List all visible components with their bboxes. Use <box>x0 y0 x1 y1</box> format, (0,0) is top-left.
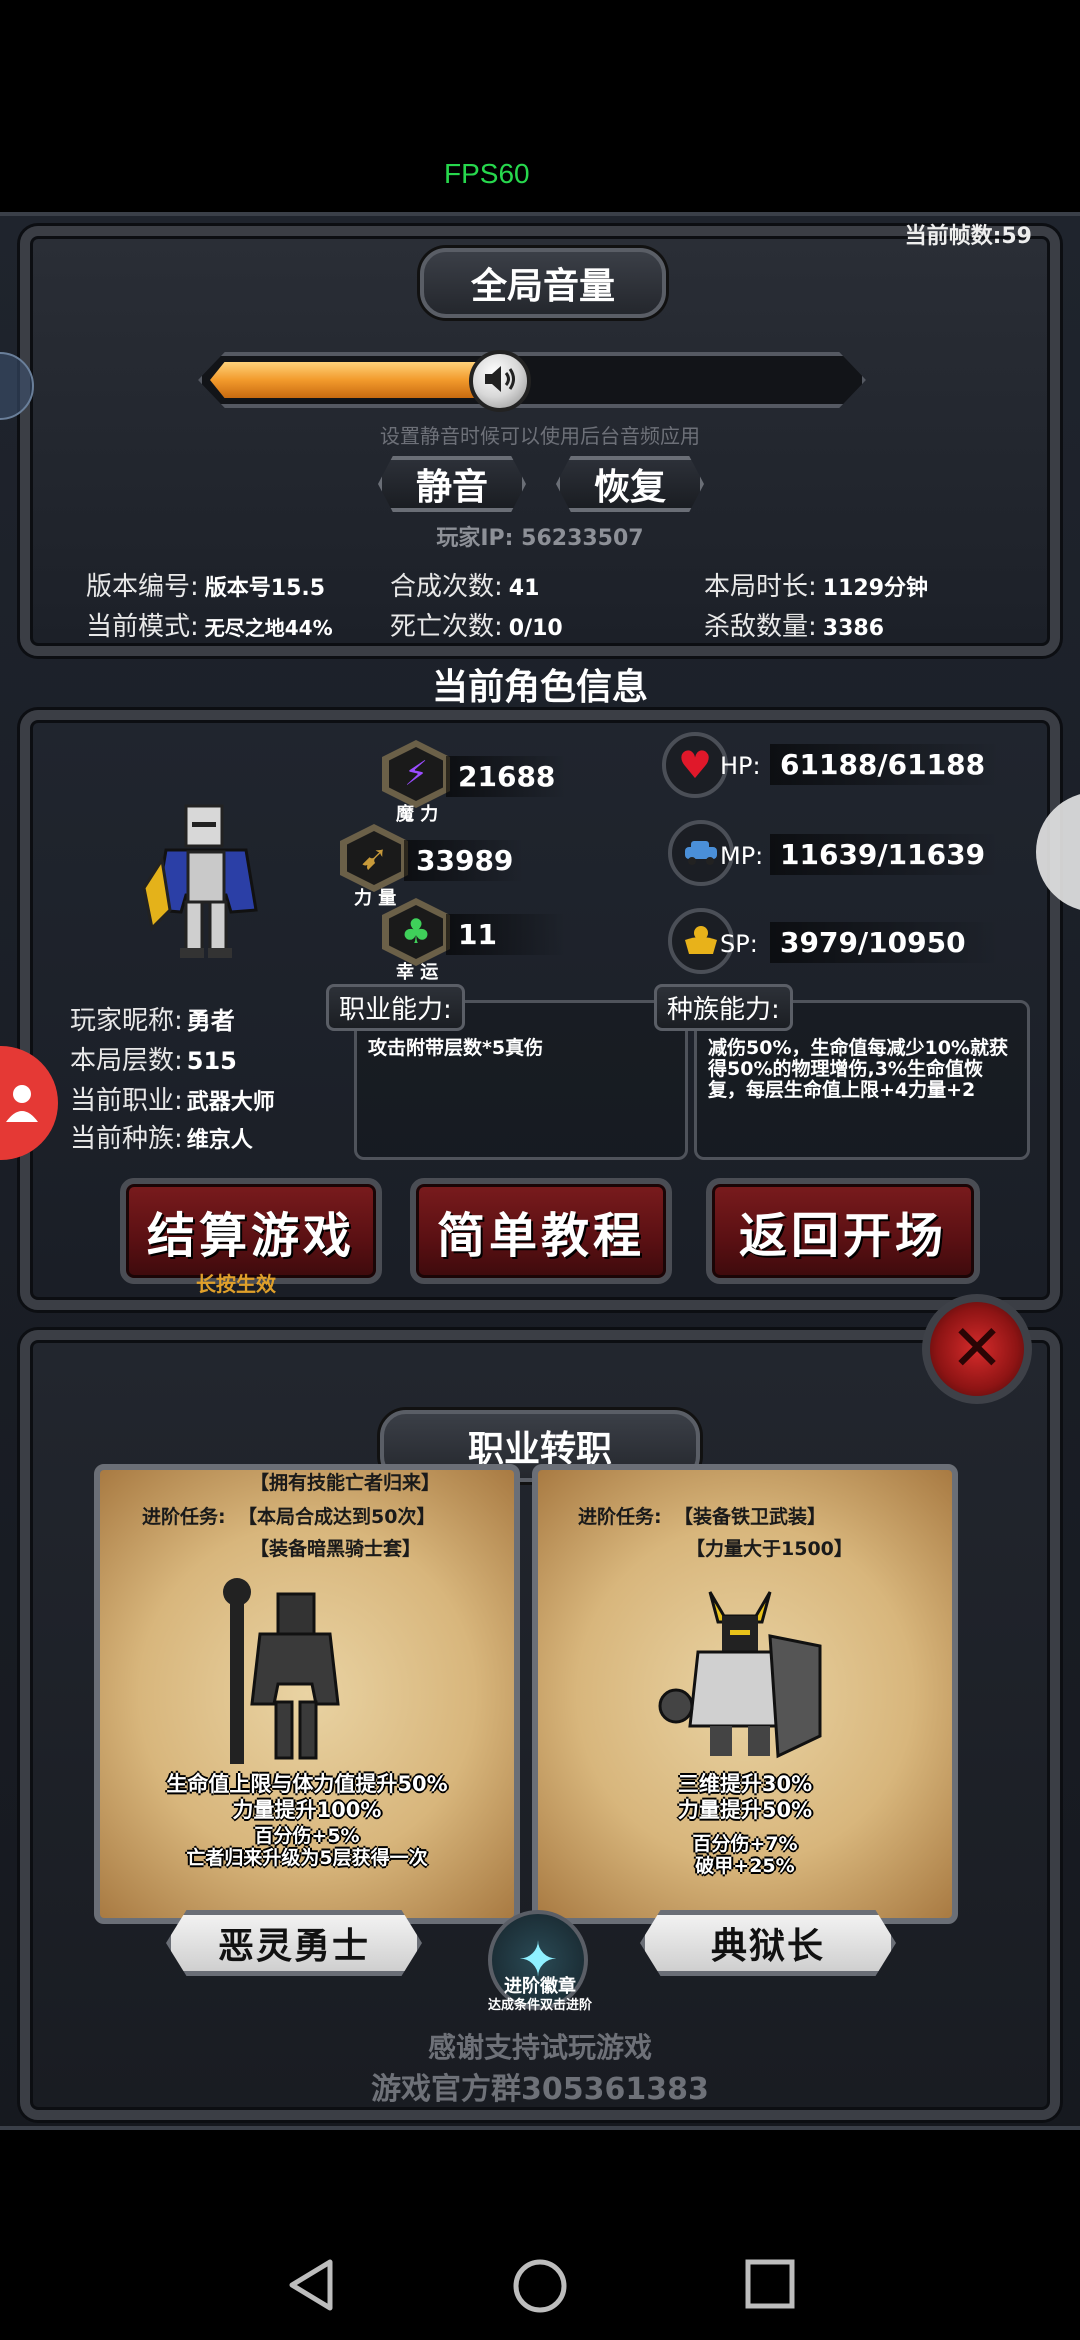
left-effect-1: 生命值上限与体力值提升50% <box>166 1772 448 1796</box>
player-ip: 玩家IP: 56233507 <box>436 526 644 551</box>
volume-slider-fill <box>210 362 500 398</box>
left-effect-2: 力量提升100% <box>232 1798 382 1822</box>
race-label: 当前种族: <box>70 1124 183 1154</box>
left-req-1: 【本局合成达到50次】 <box>238 1506 436 1528</box>
right-effect-3: 百分伤+7% <box>692 1833 798 1855</box>
job-info: 当前职业: 武器大师 <box>70 1080 275 1117</box>
duration-label: 本局时长: <box>704 572 817 602</box>
sp-value: 3979/10950 <box>770 922 1000 963</box>
right-effect-2: 力量提升50% <box>677 1798 813 1822</box>
luck-value: 11 <box>446 914 566 955</box>
user-icon <box>6 1085 38 1122</box>
hp-value: 61188/61188 <box>770 744 1000 785</box>
close-button[interactable]: ✕ <box>922 1294 1032 1404</box>
tutorial-button[interactable]: 简单教程 <box>410 1178 672 1284</box>
kills-value: 3386 <box>822 616 884 641</box>
death-stat: 死亡次数: 0/10 <box>390 606 563 643</box>
wraith-warrior-sprite <box>220 1574 370 1774</box>
warden-button[interactable]: 典狱长 <box>640 1910 896 1976</box>
duration-value: 1129分钟 <box>822 576 928 601</box>
synth-stat: 合成次数: 41 <box>390 566 539 603</box>
left-req-label: 进阶任务: <box>142 1506 226 1528</box>
nickname-info: 玩家昵称: 勇者 <box>70 1000 235 1037</box>
mp-value: 11639/11639 <box>770 834 1000 875</box>
kills-label: 杀敌数量: <box>704 612 817 642</box>
volume-title: 全局音量 <box>420 248 666 318</box>
magic-label: 魔 力 <box>396 804 439 825</box>
version-label: 版本编号: <box>86 572 199 602</box>
kills-stat: 杀敌数量: 3386 <box>704 606 884 643</box>
mute-button[interactable]: 静音 <box>378 456 526 512</box>
synth-value: 41 <box>508 576 540 601</box>
job-ability-text: 攻击附带层数*5真伤 <box>368 1037 544 1059</box>
mp-label: MP: <box>720 842 764 870</box>
floor-label: 本局层数: <box>70 1046 183 1076</box>
magic-value: 21688 <box>446 756 566 797</box>
race-info: 当前种族: 维京人 <box>70 1118 253 1155</box>
recent-square-icon[interactable] <box>744 2258 796 2314</box>
mode-stat: 当前模式: 无尽之地44% <box>86 606 333 643</box>
left-effect-4: 亡者归来升级为5层获得一次 <box>186 1847 428 1869</box>
right-req-label: 进阶任务: <box>578 1506 662 1528</box>
right-effect-4: 破甲+25% <box>695 1855 795 1877</box>
race-ability-text: 减伤50%，生命值每减少10%就获得50%的物理增伤,3%生命值恢复，每层生命值… <box>708 1037 1008 1101</box>
right-req-2: 【力量大于1500】 <box>686 1538 853 1560</box>
race-ability-title: 种族能力: <box>654 984 793 1031</box>
race-value: 维京人 <box>186 1128 253 1153</box>
job-label: 当前职业: <box>70 1086 183 1116</box>
power-label: 力 量 <box>354 888 397 909</box>
duration-stat: 本局时长: 1129分钟 <box>704 566 928 603</box>
mode-value: 无尽之地44% <box>204 616 333 640</box>
thanks-text: 感谢支持试玩游戏 <box>427 2031 652 2064</box>
promotion-badge-hint: 达成条件双击进阶 <box>487 1998 592 2013</box>
hero-sprite <box>136 800 278 966</box>
luck-label: 幸 运 <box>396 962 439 983</box>
home-circle-icon[interactable] <box>512 2258 568 2318</box>
settle-hint: 长按生效 <box>196 1272 276 1296</box>
nickname-value: 勇者 <box>186 1007 235 1035</box>
return-start-button[interactable]: 返回开场 <box>706 1178 980 1284</box>
hp-label: HP: <box>720 752 761 780</box>
left-req-2: 【装备暗黑骑士套】 <box>250 1538 422 1560</box>
mode-label: 当前模式: <box>86 612 199 642</box>
floor-value: 515 <box>186 1047 237 1075</box>
clover-icon: ♣ <box>389 905 443 959</box>
speaker-icon <box>483 364 517 398</box>
right-req-1: 【装备铁卫武装】 <box>674 1506 827 1528</box>
job-ability-title: 职业能力: <box>326 984 465 1031</box>
death-value: 0/10 <box>508 616 563 641</box>
heart-icon: ♥ <box>662 732 728 798</box>
version-value: 版本号15.5 <box>204 576 326 601</box>
job-value: 武器大师 <box>186 1090 275 1115</box>
lightning-icon: ⚡ <box>389 747 443 801</box>
sp-label: SP: <box>720 930 758 958</box>
volume-hint: 设置静音时候可以使用后台音频应用 <box>380 424 700 448</box>
power-value: 33989 <box>404 840 524 881</box>
synth-label: 合成次数: <box>390 572 503 602</box>
floor-info: 本局层数: 515 <box>70 1040 237 1077</box>
version-stat: 版本编号: 版本号15.5 <box>86 566 325 603</box>
nickname-label: 玩家昵称: <box>70 1006 183 1036</box>
restore-button[interactable]: 恢复 <box>556 456 704 512</box>
bow-icon: ➹ <box>347 831 401 885</box>
frame-counter: 当前帧数:59 <box>904 224 1032 249</box>
close-icon: ✕ <box>950 1312 1004 1386</box>
warden-sprite <box>650 1586 830 1770</box>
death-label: 死亡次数: <box>390 612 503 642</box>
back-triangle-icon[interactable] <box>286 2258 334 2316</box>
official-group-text: 游戏官方群305361383 <box>371 2072 709 2107</box>
wraith-warrior-button[interactable]: 恶灵勇士 <box>166 1910 422 1976</box>
right-effect-1: 三维提升30% <box>677 1772 813 1796</box>
character-section-title: 当前角色信息 <box>431 667 648 708</box>
fps-indicator: FPS60 <box>444 158 530 189</box>
left-req-top: 【拥有技能亡者归来】 <box>250 1472 441 1494</box>
volume-slider-knob[interactable] <box>469 350 531 412</box>
left-effect-3: 百分伤+5% <box>254 1825 360 1847</box>
